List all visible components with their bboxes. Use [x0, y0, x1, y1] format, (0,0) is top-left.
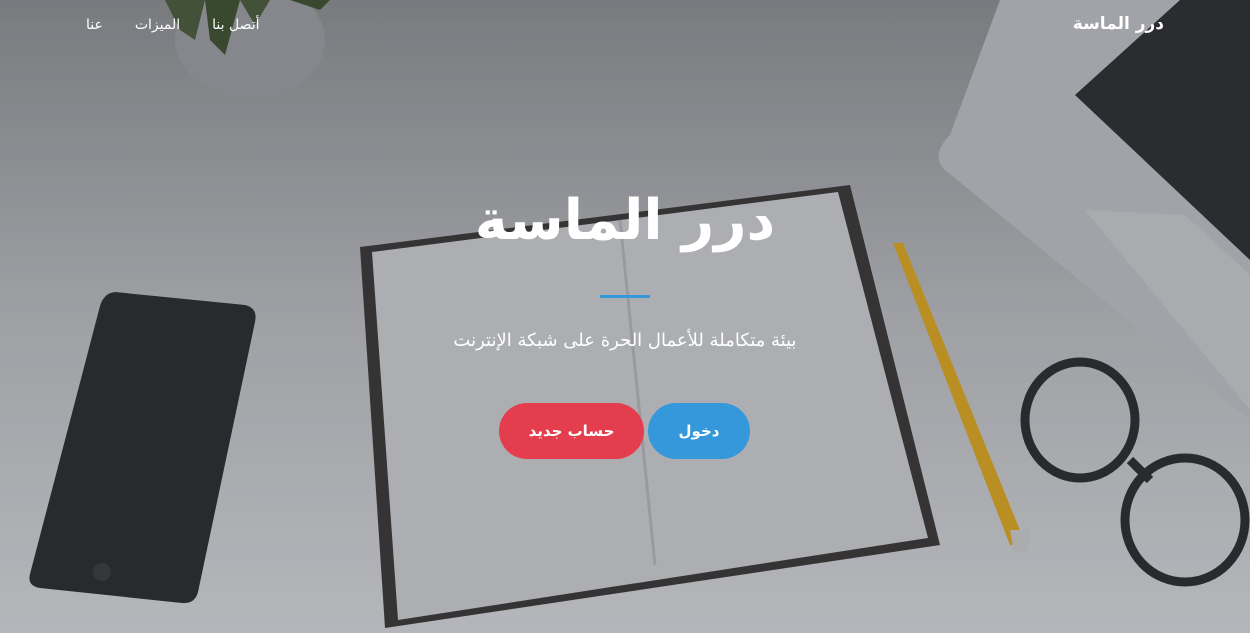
nav-link-features[interactable]: الميزات	[135, 17, 180, 33]
brand-logo-text[interactable]: درر الماسة	[1073, 14, 1164, 34]
hero-title: درر الماسة	[474, 188, 776, 253]
nav-link-contact[interactable]: أتصل بنا	[212, 17, 259, 33]
nav-links: عنا الميزات أتصل بنا	[86, 17, 260, 33]
hero-subtitle: بيئة متكاملة للأعمال الحرة على شبكة الإن…	[453, 330, 797, 351]
hero-section: درر الماسة عنا الميزات أتصل بنا درر الما…	[0, 0, 1250, 633]
dark-overlay	[0, 0, 1250, 633]
title-divider	[600, 295, 650, 298]
nav-link-about[interactable]: عنا	[86, 17, 103, 33]
register-button[interactable]: حساب جديد	[499, 403, 644, 459]
top-navbar: درر الماسة عنا الميزات أتصل بنا	[0, 0, 1250, 52]
login-button[interactable]: دخول	[648, 403, 750, 459]
